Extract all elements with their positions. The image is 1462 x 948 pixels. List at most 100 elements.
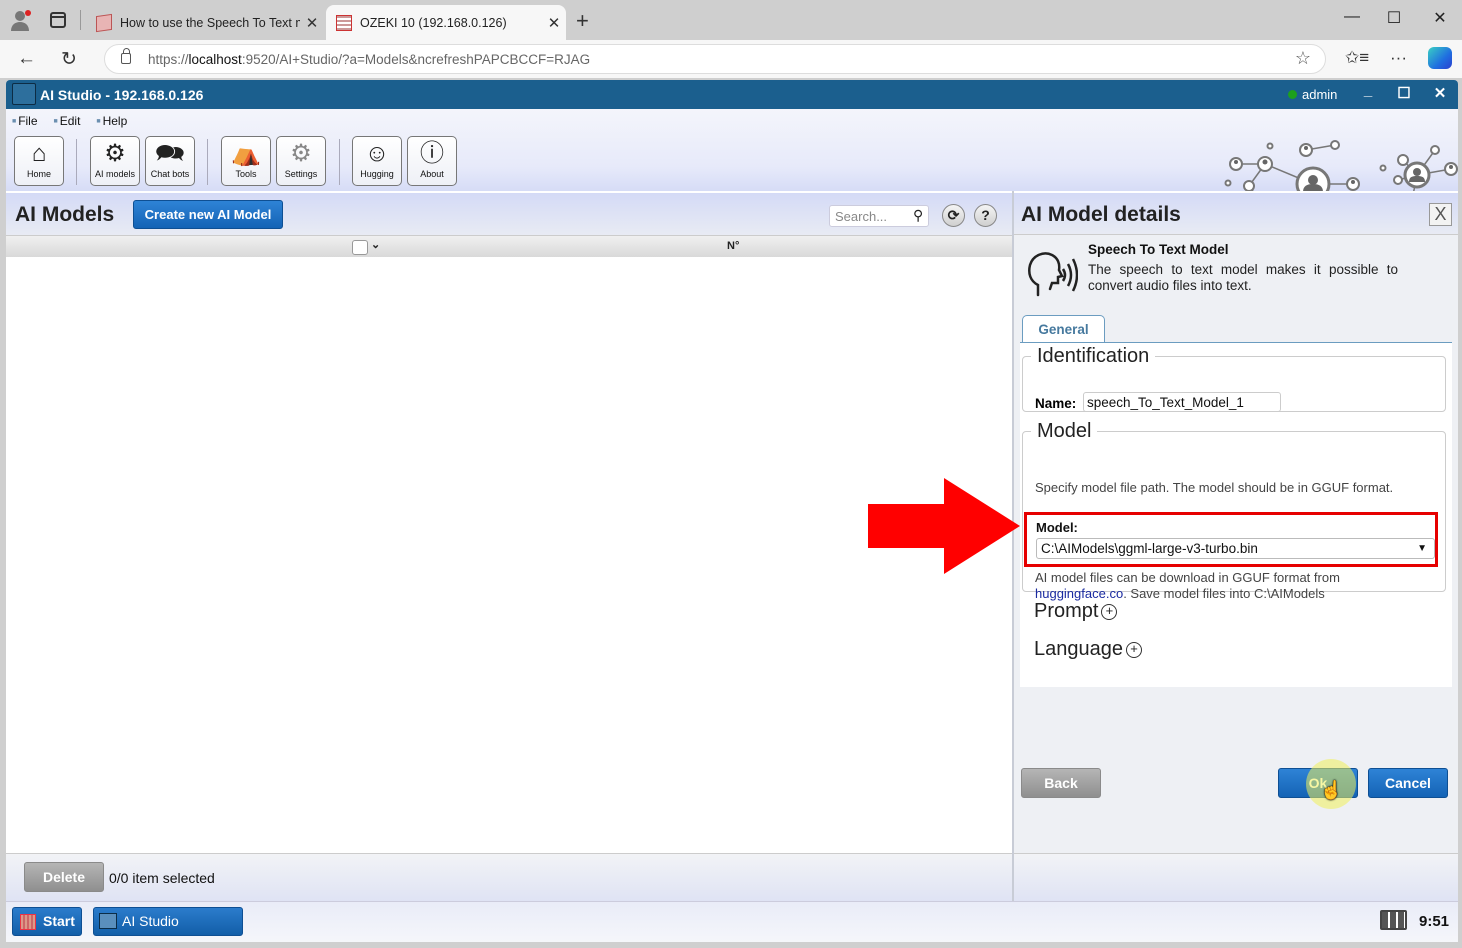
selection-status: 0/0 item selected bbox=[109, 870, 215, 886]
details-title: AI Model details bbox=[1021, 203, 1181, 226]
back-button[interactable]: Back bbox=[1021, 768, 1101, 798]
model-path-select[interactable]: C:\AIModels\ggml-large-v3-turbo.bin ▼ bbox=[1036, 538, 1435, 559]
model-download-note: AI model files can be download in GGUF f… bbox=[1035, 570, 1340, 601]
app-title: AI Studio - 192.168.0.126 bbox=[40, 87, 204, 103]
toolbar-ai-models-button[interactable]: ⚙ AI models bbox=[90, 136, 140, 186]
username[interactable]: admin bbox=[1302, 87, 1337, 102]
details-header: AI Model details X bbox=[1014, 191, 1458, 235]
toolbar-divider bbox=[207, 139, 208, 185]
browser-tab-active[interactable]: OZEKI 10 (192.168.0.126) ✕ bbox=[326, 5, 566, 40]
window-maximize-button[interactable]: ☐ bbox=[1374, 8, 1414, 28]
delete-button[interactable]: Delete bbox=[24, 862, 104, 892]
ai-studio-app-icon bbox=[12, 83, 36, 105]
app-minimize-button[interactable]: _ bbox=[1357, 82, 1379, 99]
copilot-icon[interactable] bbox=[1428, 47, 1452, 69]
ai-studio-app-icon bbox=[99, 913, 117, 929]
toolbar-hugging-button[interactable]: ☺ Hugging bbox=[352, 136, 402, 186]
table-header: ⌄ N° bbox=[6, 235, 1012, 257]
red-arrow-annotation-icon bbox=[868, 478, 1020, 574]
taskbar-ai-studio[interactable]: AI Studio bbox=[93, 907, 243, 936]
chat-bots-icon: 🗪 bbox=[155, 140, 185, 167]
app-close-button[interactable]: ✕ bbox=[1429, 84, 1451, 102]
home-icon: ⌂ bbox=[31, 140, 47, 167]
prompt-section-toggle[interactable]: Prompt + bbox=[1034, 600, 1118, 623]
browser-toolbar: ← ↻ https://localhost:9520/AI+Studio/?a=… bbox=[0, 40, 1462, 78]
name-field[interactable] bbox=[1083, 392, 1281, 412]
toolbar-chat-bots-button[interactable]: 🗪 Chat bots bbox=[145, 136, 195, 186]
page-title: AI Models bbox=[15, 203, 115, 226]
menu-edit[interactable]: Edit bbox=[54, 114, 81, 128]
create-new-ai-model-button[interactable]: Create new AI Model bbox=[133, 200, 283, 229]
identification-legend: Identification bbox=[1037, 345, 1150, 367]
details-footer bbox=[1014, 853, 1458, 901]
ozeki-start-icon bbox=[20, 914, 36, 930]
ai-models-panel: AI Models Create new AI Model Search... … bbox=[6, 191, 1012, 942]
online-status-icon bbox=[1288, 90, 1297, 99]
reload-icon[interactable]: ↻ bbox=[61, 48, 77, 71]
hugging-face-icon: ☺ bbox=[364, 140, 390, 167]
browser-tab-strip: How to use the Speech To Text m ✕ OZEKI … bbox=[0, 0, 1462, 40]
app-title-bar: AI Studio - 192.168.0.126 admin _ ☐ ✕ bbox=[6, 80, 1458, 109]
dropdown-arrow-icon[interactable]: ▼ bbox=[1417, 543, 1427, 554]
speech-to-text-icon bbox=[1028, 252, 1078, 297]
model-legend: Model bbox=[1037, 420, 1092, 442]
tab-title: How to use the Speech To Text m bbox=[120, 15, 300, 30]
highlight-box: Model: C:\AIModels\ggml-large-v3-turbo.b… bbox=[1024, 512, 1438, 567]
search-icon[interactable]: ⚲ bbox=[913, 207, 923, 224]
expand-plus-icon[interactable]: + bbox=[1101, 604, 1118, 620]
ai-models-gear-icon: ⚙ bbox=[104, 140, 126, 167]
cancel-button[interactable]: Cancel bbox=[1368, 768, 1448, 798]
identification-section: Identification Name: bbox=[1022, 345, 1446, 412]
toolbar-settings-button[interactable]: ⚙ Settings bbox=[276, 136, 326, 186]
window-minimize-button[interactable]: — bbox=[1332, 8, 1372, 26]
hand-cursor-icon: ☝ bbox=[1320, 780, 1343, 800]
expand-plus-icon[interactable]: + bbox=[1125, 642, 1142, 658]
favorite-star-icon[interactable]: ☆ bbox=[1295, 48, 1311, 69]
chevron-down-icon[interactable]: ⌄ bbox=[371, 238, 380, 251]
settings-icon: ⚙ bbox=[290, 140, 312, 167]
model-type-description: The speech to text model makes it possib… bbox=[1088, 262, 1398, 293]
more-options-icon[interactable]: ··· bbox=[1390, 48, 1407, 68]
back-arrow-icon[interactable]: ← bbox=[17, 48, 36, 70]
lock-icon[interactable] bbox=[121, 48, 131, 64]
info-icon: ⓘ bbox=[420, 140, 444, 167]
toolbar-home-button[interactable]: ⌂ Home bbox=[14, 136, 64, 186]
models-table-body bbox=[6, 257, 1012, 853]
ozeki-favicon-icon bbox=[336, 14, 352, 31]
help-button[interactable]: ? bbox=[974, 204, 997, 227]
divider bbox=[80, 10, 81, 30]
window-close-button[interactable]: ✕ bbox=[1420, 8, 1460, 28]
select-all-checkbox[interactable] bbox=[352, 240, 368, 255]
model-type-title: Speech To Text Model bbox=[1088, 242, 1229, 257]
tab-close-icon[interactable]: ✕ bbox=[300, 14, 324, 32]
profile-icon[interactable] bbox=[10, 9, 32, 31]
desktop-monitor-icon[interactable] bbox=[1380, 910, 1407, 930]
refresh-button[interactable]: ⟳ bbox=[942, 204, 965, 227]
page-favicon-icon bbox=[96, 13, 112, 32]
panel-footer: Delete 0/0 item selected bbox=[6, 853, 1012, 901]
toolbar-divider bbox=[339, 139, 340, 185]
model-label: Model: bbox=[1036, 520, 1078, 535]
tab-actions-icon[interactable] bbox=[50, 12, 66, 28]
toolbar-about-button[interactable]: ⓘ About bbox=[407, 136, 457, 186]
start-button[interactable]: Start bbox=[12, 907, 82, 936]
address-bar[interactable]: https://localhost:9520/AI+Studio/?a=Mode… bbox=[104, 44, 1326, 74]
url-text[interactable]: https://localhost:9520/AI+Studio/?a=Mode… bbox=[148, 52, 590, 67]
search-input[interactable]: Search... ⚲ bbox=[829, 205, 929, 227]
browser-tab[interactable]: How to use the Speech To Text m ✕ bbox=[86, 5, 324, 40]
tab-general[interactable]: General bbox=[1022, 315, 1105, 343]
tab-close-icon[interactable]: ✕ bbox=[542, 14, 566, 32]
language-section-toggle[interactable]: Language + bbox=[1034, 638, 1142, 661]
new-tab-button[interactable]: + bbox=[576, 8, 589, 34]
favorites-icon[interactable]: ✩≡ bbox=[1345, 48, 1369, 68]
menu-help[interactable]: Help bbox=[96, 114, 128, 128]
name-label: Name: bbox=[1035, 396, 1077, 411]
close-details-button[interactable]: X bbox=[1429, 203, 1452, 226]
panel-header: AI Models Create new AI Model Search... … bbox=[6, 191, 1012, 235]
huggingface-link[interactable]: huggingface.co bbox=[1035, 586, 1123, 601]
column-header-number[interactable]: N° bbox=[727, 240, 739, 252]
app-maximize-button[interactable]: ☐ bbox=[1393, 84, 1415, 102]
toolbar-tools-button[interactable]: ⛺ Tools bbox=[221, 136, 271, 186]
tab-title: OZEKI 10 (192.168.0.126) bbox=[360, 15, 507, 30]
menu-file[interactable]: File bbox=[12, 114, 37, 128]
